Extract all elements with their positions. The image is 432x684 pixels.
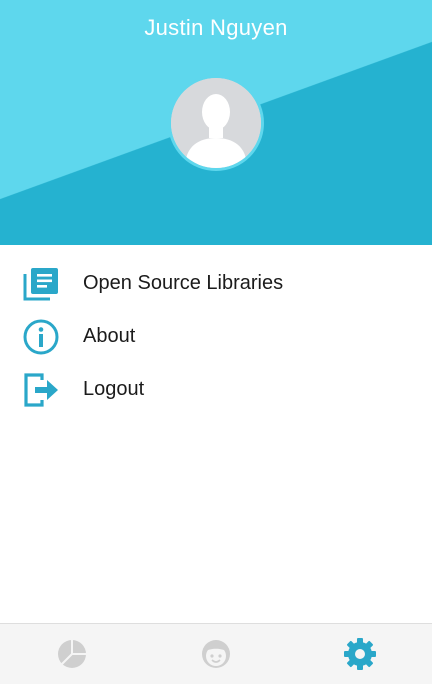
menu-item-label: About (83, 325, 136, 347)
person-silhouette-icon (171, 78, 261, 168)
tab-settings[interactable] (288, 624, 432, 684)
tab-stats[interactable] (0, 624, 144, 684)
bottom-navigation (0, 623, 432, 684)
library-books-icon (23, 268, 58, 301)
avatar[interactable] (168, 75, 264, 171)
pie-chart-icon (58, 640, 86, 668)
menu-item-open-source-libraries[interactable]: Open Source Libraries (0, 257, 432, 310)
menu-item-logout[interactable]: Logout (0, 363, 432, 416)
info-icon (23, 319, 59, 355)
menu-item-label: Open Source Libraries (83, 272, 284, 294)
menu-item-about[interactable]: About (0, 310, 432, 363)
user-name: Justin Nguyen (144, 15, 288, 40)
tab-profile[interactable] (144, 624, 288, 684)
menu-item-label: Logout (83, 378, 145, 400)
logout-icon (24, 373, 58, 407)
settings-gear-icon (344, 638, 376, 670)
profile-header: Justin Nguyen (0, 0, 432, 245)
face-icon (202, 640, 230, 668)
